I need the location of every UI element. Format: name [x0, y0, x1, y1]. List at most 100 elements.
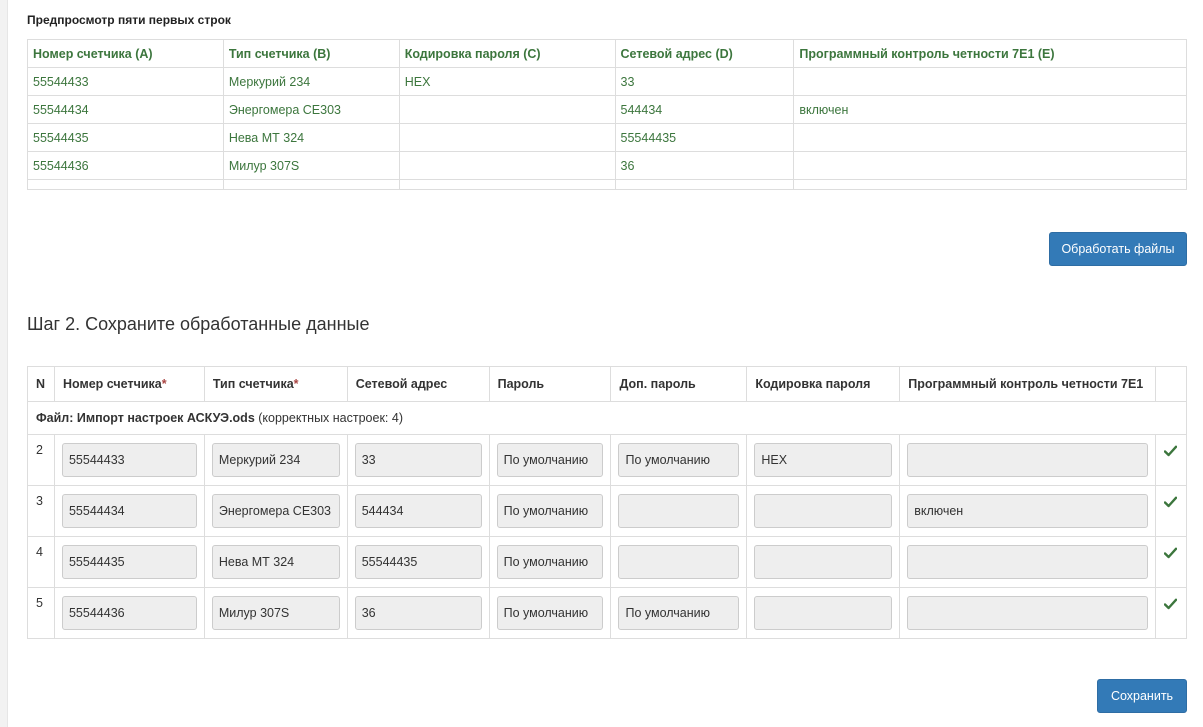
preview-cell: 33	[614, 67, 795, 96]
password-input[interactable]	[496, 545, 604, 579]
preview-cell	[27, 179, 224, 190]
network-address-input[interactable]	[354, 494, 482, 528]
extra-password-cell	[610, 536, 748, 588]
network-address-cell	[346, 434, 490, 486]
row-status-cell	[1154, 536, 1188, 588]
preview-cell: включен	[793, 95, 1187, 124]
parity-cell	[899, 587, 1156, 639]
header-meter-type-label: Тип счетчика	[212, 377, 294, 391]
password-input[interactable]	[496, 596, 604, 630]
meter-number-input[interactable]	[61, 596, 197, 630]
extra-password-cell	[610, 587, 748, 639]
table-row: 3	[27, 485, 1188, 537]
preview-cell	[793, 151, 1187, 180]
network-address-input[interactable]	[354, 545, 482, 579]
header-extra-password: Доп. пароль	[610, 366, 748, 402]
preview-row: 55544435 Нева МТ 324 55544435	[27, 123, 1187, 152]
meter-number-cell	[53, 434, 205, 486]
meter-type-cell	[203, 536, 348, 588]
header-network-address: Сетевой адрес	[346, 366, 490, 402]
required-mark: *	[293, 377, 299, 391]
preview-cell: 55544435	[614, 123, 795, 152]
table-row: 4	[27, 536, 1188, 588]
check-icon	[1163, 547, 1178, 561]
network-address-cell	[346, 536, 490, 588]
preview-cell: 36	[614, 151, 795, 180]
preview-cell: 55544436	[27, 151, 224, 180]
preview-header-d: Сетевой адрес (D)	[614, 39, 795, 68]
step2-title: Шаг 2. Сохраните обработанные данные	[27, 314, 370, 334]
extra-password-input[interactable]	[618, 596, 740, 630]
header-n: N	[27, 366, 55, 402]
row-number: 5	[27, 587, 55, 639]
preview-cell: 55544433	[27, 67, 224, 96]
header-meter-type: Тип счетчика*	[203, 366, 348, 402]
password-cell	[488, 536, 612, 588]
preview-cell	[614, 179, 795, 190]
network-address-cell	[346, 587, 490, 639]
preview-table: Номер счетчика (A) Тип счетчика (B) Коди…	[27, 39, 1187, 190]
meter-type-input[interactable]	[211, 545, 340, 579]
preview-header-row: Номер счетчика (A) Тип счетчика (B) Коди…	[27, 39, 1187, 68]
preview-row: 55544434 Энергомера CE303 544434 включен	[27, 95, 1187, 124]
password-encoding-input[interactable]	[754, 443, 893, 477]
meter-type-input[interactable]	[211, 443, 340, 477]
header-password-encoding: Кодировка пароля	[746, 366, 901, 402]
header-meter-number: Номер счетчика*	[53, 366, 205, 402]
password-encoding-input[interactable]	[754, 494, 893, 528]
preview-cell: Милур 307S	[222, 151, 400, 180]
header-meter-number-label: Номер счетчика	[62, 377, 162, 391]
preview-row: 55544433 Меркурий 234 HEX 33	[27, 67, 1187, 96]
preview-cell: Меркурий 234	[222, 67, 400, 96]
preview-cell	[793, 67, 1187, 96]
header-status	[1154, 366, 1188, 402]
parity-input[interactable]	[907, 494, 1148, 528]
row-number: 2	[27, 434, 55, 486]
password-input[interactable]	[496, 443, 604, 477]
parity-input[interactable]	[907, 545, 1148, 579]
row-number: 3	[27, 485, 55, 537]
save-button[interactable]: Сохранить	[1097, 679, 1187, 713]
row-status-cell	[1154, 434, 1188, 486]
row-number: 4	[27, 536, 55, 588]
meter-number-cell	[53, 587, 205, 639]
header-password: Пароль	[488, 366, 612, 402]
extra-password-input[interactable]	[618, 494, 740, 528]
password-encoding-input[interactable]	[754, 596, 893, 630]
processed-data-table: N Номер счетчика* Тип счетчика* Сетевой …	[27, 366, 1188, 639]
main-header-row: N Номер счетчика* Тип счетчика* Сетевой …	[27, 366, 1188, 402]
password-cell	[488, 434, 612, 486]
check-icon	[1163, 445, 1178, 459]
password-encoding-cell	[746, 587, 901, 639]
parity-cell	[899, 485, 1156, 537]
parity-cell	[899, 434, 1156, 486]
parity-input[interactable]	[907, 596, 1148, 630]
meter-type-input[interactable]	[211, 596, 340, 630]
extra-password-input[interactable]	[618, 443, 740, 477]
meter-type-input[interactable]	[211, 494, 340, 528]
password-encoding-cell	[746, 434, 901, 486]
extra-password-input[interactable]	[618, 545, 740, 579]
network-address-input[interactable]	[354, 443, 482, 477]
meter-number-cell	[53, 485, 205, 537]
network-address-input[interactable]	[354, 596, 482, 630]
required-mark: *	[161, 377, 167, 391]
check-icon	[1163, 598, 1178, 612]
table-row: 5	[27, 587, 1188, 639]
meter-number-cell	[53, 536, 205, 588]
password-input[interactable]	[496, 494, 604, 528]
password-encoding-input[interactable]	[754, 545, 893, 579]
preview-cell	[793, 179, 1187, 190]
network-address-cell	[346, 485, 490, 537]
preview-cell: 55544435	[27, 123, 224, 152]
preview-row: 55544436 Милур 307S 36	[27, 151, 1187, 180]
meter-number-input[interactable]	[61, 545, 197, 579]
parity-input[interactable]	[907, 443, 1148, 477]
process-files-button[interactable]: Обработать файлы	[1049, 232, 1187, 266]
preview-cell	[398, 95, 616, 124]
left-panel-edge	[0, 0, 8, 727]
meter-type-cell	[203, 434, 348, 486]
password-cell	[488, 485, 612, 537]
meter-number-input[interactable]	[61, 443, 197, 477]
meter-number-input[interactable]	[61, 494, 197, 528]
